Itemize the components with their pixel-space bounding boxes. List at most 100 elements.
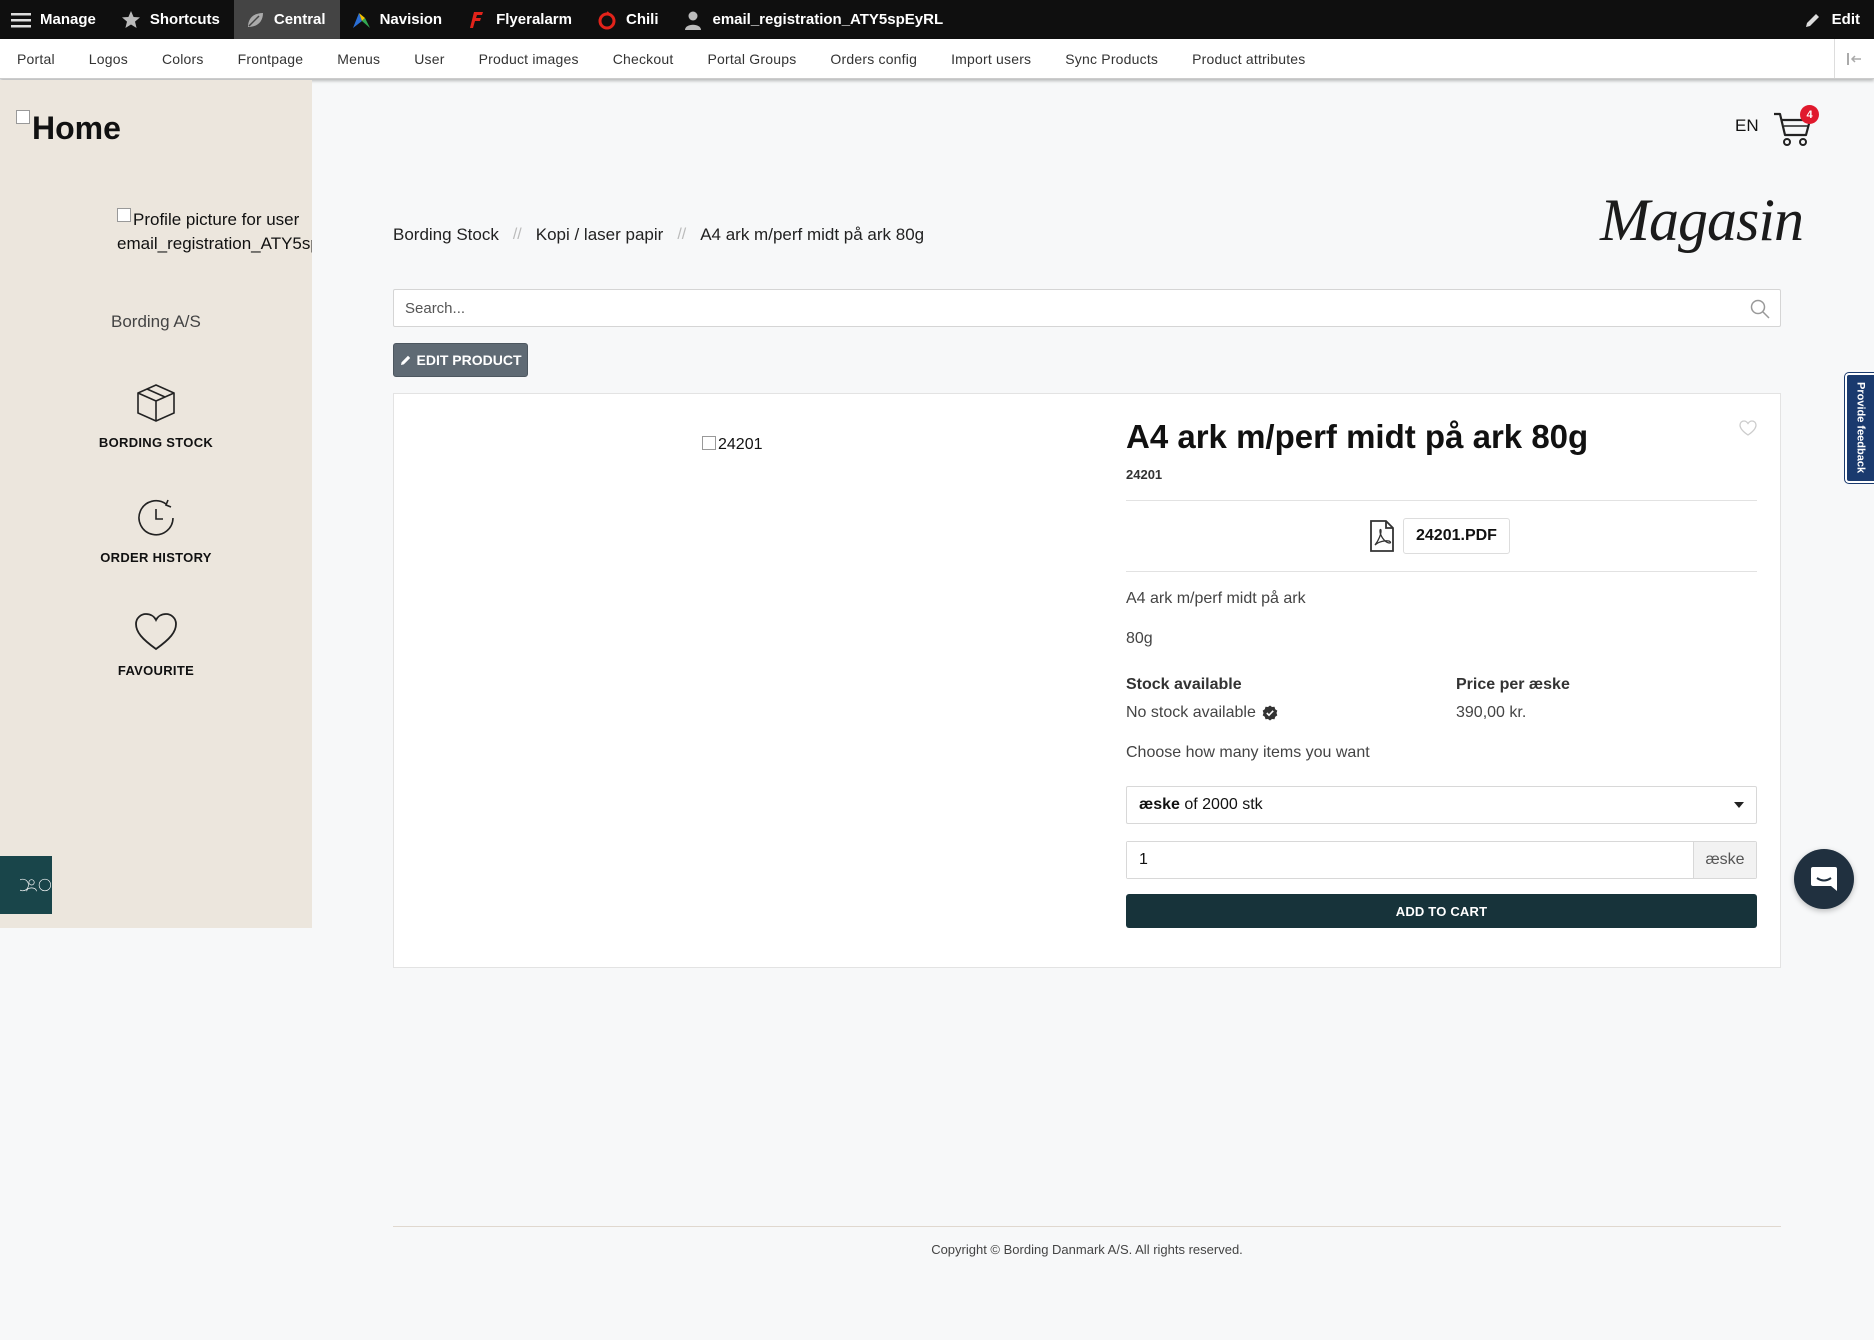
tray-item-user[interactable]: User — [397, 51, 461, 67]
menu-icon — [10, 9, 32, 31]
copyright-text: Copyright © Bording Danmark A/S. All rig… — [931, 1242, 1243, 1257]
pdf-download-link[interactable]: 24201.PDF — [1369, 518, 1510, 554]
box-icon — [137, 384, 175, 422]
tray-item-frontpage[interactable]: Frontpage — [221, 51, 321, 67]
tray-item-menus[interactable]: Menus — [320, 51, 397, 67]
tray-item-checkout[interactable]: Checkout — [596, 51, 691, 67]
product-image: 24201 — [702, 436, 763, 454]
profile-picture: Profile picture for user email_registrat… — [117, 208, 312, 256]
breadcrumb-current: A4 ark m/perf midt på ark 80g — [700, 225, 925, 244]
broken-image-icon — [702, 436, 716, 450]
breadcrumb-link[interactable]: Bording Stock — [393, 225, 499, 245]
search-bar — [393, 289, 1781, 327]
price-value: 390,00 kr. — [1456, 704, 1527, 721]
pencil-icon — [400, 355, 410, 365]
admin-toolbar: Manage Shortcuts Central Navision Flyera… — [0, 0, 1874, 39]
leaf-icon — [244, 9, 266, 31]
toolbar-item-label: Flyeralarm — [496, 11, 572, 28]
toolbar-item-label: email_registration_ATY5spEyRL — [712, 11, 944, 28]
tray-item-product-images[interactable]: Product images — [462, 51, 596, 67]
chat-launcher-button[interactable] — [1794, 849, 1854, 909]
product-image-alt: 24201 — [718, 436, 763, 453]
toolbar-chili[interactable]: Chili — [586, 0, 673, 39]
provide-feedback-tab[interactable]: Provide feedback — [1845, 373, 1874, 483]
stock-label: Stock available — [1126, 676, 1242, 693]
tray-item-portal[interactable]: Portal — [0, 51, 72, 67]
quantity-instructions: Choose how many items you want — [1126, 744, 1370, 761]
chili-icon — [596, 9, 618, 31]
admin-tray: Portal Logos Colors Frontpage Menus User… — [0, 39, 1874, 79]
toolbar-flyeralarm[interactable]: Flyeralarm — [456, 0, 586, 39]
home-logo-alt: Home — [32, 110, 121, 146]
quantity-unit-addon: æske — [1693, 842, 1756, 878]
sidebar-item-label: BORDING STOCK — [98, 435, 214, 450]
edit-product-button[interactable]: EDIT PRODUCT — [393, 343, 528, 377]
breadcrumb-separator: // — [512, 226, 522, 243]
toolbar-central[interactable]: Central — [233, 0, 340, 39]
toolbar-item-label: Manage — [40, 11, 96, 28]
toolbar-manage[interactable]: Manage — [0, 0, 110, 39]
quantity-input[interactable] — [1127, 842, 1693, 878]
toolbar-shortcuts[interactable]: Shortcuts — [110, 0, 234, 39]
pdf-file-icon — [1370, 520, 1394, 552]
search-input[interactable] — [394, 290, 1780, 326]
toolbar-item-label: Navision — [379, 11, 443, 28]
toolbar-edit-button[interactable]: Edit — [1792, 0, 1874, 39]
tray-item-orders-config[interactable]: Orders config — [813, 51, 934, 67]
stock-value-text: No stock available — [1126, 704, 1256, 721]
sidebar-item-bording-stock[interactable]: BORDING STOCK — [0, 382, 312, 452]
heart-icon — [135, 613, 177, 651]
footer-divider — [393, 1226, 1781, 1227]
sidebar-item-order-history[interactable]: ORDER HISTORY — [0, 497, 312, 567]
dynamics-icon — [350, 9, 372, 31]
sidebar-item-favourite[interactable]: FAVOURITE — [0, 612, 312, 680]
unit-select-unit: æske — [1139, 796, 1180, 813]
tray-collapse-icon[interactable] — [1834, 39, 1874, 78]
breadcrumb-separator: // — [677, 226, 687, 243]
stock-value: No stock available — [1126, 704, 1278, 722]
product-sku: 24201 — [1126, 467, 1163, 482]
verified-badge-icon — [1262, 705, 1278, 721]
home-logo[interactable]: Home — [16, 110, 121, 147]
tray-item-import-users[interactable]: Import users — [934, 51, 1048, 67]
history-icon — [138, 499, 174, 536]
edit-product-label: EDIT PRODUCT — [416, 352, 522, 368]
toolbar-item-label: Chili — [625, 11, 659, 28]
breadcrumb: Bording Stock // Kopi / laser papir // A… — [393, 225, 924, 245]
accessibility-button[interactable] — [0, 856, 52, 914]
star-icon — [120, 9, 142, 31]
search-icon[interactable] — [1750, 299, 1770, 319]
company-name: Bording A/S — [111, 312, 201, 331]
add-to-cart-button[interactable]: ADD TO CART — [1126, 894, 1757, 928]
flyeralarm-icon — [466, 9, 488, 31]
user-icon — [682, 9, 704, 31]
sidebar-item-label: FAVOURITE — [117, 663, 195, 678]
tray-item-product-attributes[interactable]: Product attributes — [1175, 51, 1322, 67]
unit-select-size: of 2000 stk — [1179, 796, 1263, 813]
toolbar-navision[interactable]: Navision — [340, 0, 457, 39]
product-card: 24201 A4 ark m/perf midt på ark 80g 2420… — [393, 393, 1781, 968]
toolbar-user[interactable]: email_registration_ATY5spEyRL — [672, 0, 957, 39]
accessibility-icon — [20, 878, 51, 892]
unit-select[interactable]: æske of 2000 stk — [1126, 786, 1757, 824]
product-description-line: A4 ark m/perf midt på ark — [1126, 590, 1306, 607]
sidebar: Home Profile picture for user email_regi… — [0, 80, 312, 928]
brand-logo[interactable]: Magasin — [1600, 186, 1804, 255]
quantity-field: æske — [1126, 841, 1757, 879]
tray-item-logos[interactable]: Logos — [72, 51, 145, 67]
tray-item-sync-products[interactable]: Sync Products — [1048, 51, 1175, 67]
chevron-down-icon — [1734, 802, 1744, 808]
toolbar-edit-label: Edit — [1831, 11, 1860, 28]
product-title: A4 ark m/perf midt på ark 80g — [1126, 418, 1589, 455]
language-switcher[interactable]: EN — [1735, 116, 1759, 136]
pencil-icon — [1802, 9, 1824, 31]
favourite-heart-icon[interactable] — [1739, 420, 1757, 436]
pdf-label: 24201.PDF — [1403, 518, 1510, 554]
profile-picture-alt: Profile picture for user email_registrat… — [117, 210, 312, 253]
chat-icon — [1811, 867, 1837, 891]
price-label: Price per æske — [1456, 676, 1570, 693]
divider — [1126, 571, 1757, 572]
breadcrumb-link[interactable]: Kopi / laser papir — [536, 225, 664, 245]
tray-item-colors[interactable]: Colors — [145, 51, 221, 67]
tray-item-portal-groups[interactable]: Portal Groups — [690, 51, 813, 67]
